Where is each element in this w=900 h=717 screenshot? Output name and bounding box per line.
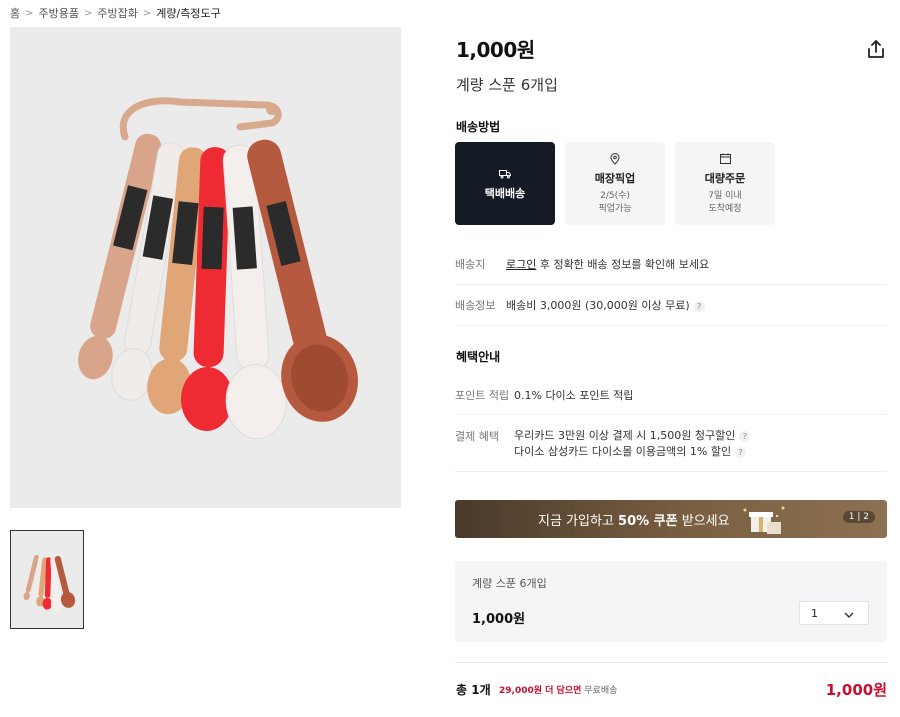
breadcrumb-kitchen[interactable]: 주방용품: [39, 5, 79, 21]
breadcrumb-current[interactable]: 계량/측정도구: [156, 5, 220, 21]
pickup-available: 픽업가능: [598, 203, 632, 214]
shipping-options: 택배배송 매장픽업 2/5(수) 픽업가능 대량주문 7일 이내도착예정: [455, 142, 775, 225]
destination-note: 후 정확한 배송 정보를 확인해 보세요: [536, 258, 710, 271]
product-title: 계량 스푼 6개입: [456, 76, 558, 94]
bulk-days: 7일 이내: [708, 190, 742, 201]
point-label: 포인트 적립: [455, 389, 510, 402]
quantity-select[interactable]: 1: [799, 601, 869, 625]
banner-pager[interactable]: 1 | 2: [842, 511, 875, 523]
help-icon[interactable]: ?: [693, 300, 705, 312]
chevron-right-icon: >: [25, 7, 34, 19]
selected-option-price: 1,000원: [472, 612, 526, 627]
thumbnail-image: [11, 535, 83, 624]
bulk-arrival: 도착예정: [708, 203, 742, 214]
payment-benefit-label: 결제 혜택: [455, 430, 499, 443]
share-icon[interactable]: [865, 38, 887, 60]
payment-benefit-item: 우리카드 3만원 이상 결제 시 1,500원 청구할인: [514, 429, 736, 442]
payment-benefit-row: 결제 혜택 우리카드 3만원 이상 결제 시 1,500원 청구할인? 다이소 …: [455, 428, 887, 472]
selected-option-box: 계량 스푼 6개입 1,000원 1: [455, 561, 887, 642]
banner-text-pre: 지금 가입하고: [538, 513, 619, 529]
product-price: 1,000원: [456, 38, 535, 62]
selected-option-name: 계량 스푼 6개입: [472, 577, 547, 590]
shipping-option-label: 매장픽업: [594, 171, 636, 185]
coupon-banner[interactable]: 지금 가입하고 50% 쿠폰 받으세요 1 | 2: [455, 500, 887, 538]
breadcrumb-home[interactable]: 홈: [10, 5, 20, 21]
shipping-option-label: 대량주문: [704, 171, 746, 185]
calendar-icon: [718, 152, 732, 166]
help-icon[interactable]: ?: [735, 446, 747, 458]
breadcrumb: 홈 > 주방용품 > 주방잡화 > 계량/측정도구: [10, 5, 221, 21]
shipping-info-text: 배송비 3,000원 (30,000원 이상 무료)?: [506, 297, 705, 325]
shipping-option-sub: 2/5(수) 픽업가능: [598, 190, 631, 216]
shipping-option-delivery[interactable]: 택배배송: [455, 142, 555, 225]
shipping-heading: 배송방법: [456, 120, 501, 134]
shipping-option-label: 택배배송: [484, 186, 526, 200]
divider: [455, 662, 887, 663]
shipping-option-bulk[interactable]: 대량주문 7일 이내도착예정: [675, 142, 775, 225]
destination-text: 로그인 후 정확한 배송 정보를 확인해 보세요: [506, 256, 709, 284]
payment-benefit-list: 우리카드 3만원 이상 결제 시 1,500원 청구할인? 다이소 삼성카드 다…: [514, 428, 751, 471]
banner-text-bold: 50% 쿠폰: [618, 513, 678, 529]
shipping-option-pickup[interactable]: 매장픽업 2/5(수) 픽업가능: [565, 142, 665, 225]
total-count: 총 1개: [456, 683, 491, 697]
banner-text-post: 받으세요: [677, 513, 730, 529]
destination-label: 배송지: [455, 258, 486, 271]
point-row: 포인트 적립 0.1% 다이소 포인트 적립: [455, 387, 887, 415]
chevron-down-icon: [844, 609, 854, 622]
help-icon[interactable]: ?: [739, 430, 751, 442]
product-thumbnail[interactable]: [10, 530, 84, 629]
measuring-spoons-image: [10, 27, 401, 508]
map-pin-icon: [608, 152, 622, 166]
free-shipping-remaining: 29,000원 더 담으면: [499, 686, 582, 696]
chevron-right-icon: >: [142, 7, 152, 19]
free-shipping-note: 29,000원 더 담으면 무료배송: [499, 683, 617, 696]
shipping-info-label: 배송정보: [455, 299, 496, 312]
gift-icon: [743, 506, 785, 534]
point-text: 0.1% 다이소 포인트 적립: [514, 389, 634, 402]
truck-icon: [498, 167, 512, 181]
chevron-right-icon: >: [84, 7, 93, 19]
shipping-option-sub: 7일 이내도착예정: [708, 190, 741, 216]
payment-benefit-item: 다이소 삼성카드 다이소몰 이용금액의 1% 할인: [514, 445, 732, 458]
pickup-date: 2/5(수): [600, 190, 630, 201]
shipping-fee: 배송비 3,000원 (30,000원 이상 무료): [506, 299, 690, 312]
total-price: 1,000원: [825, 681, 887, 699]
login-link[interactable]: 로그인: [506, 258, 536, 271]
quantity-value: 1: [811, 606, 818, 620]
destination-row: 배송지 로그인 후 정확한 배송 정보를 확인해 보세요: [455, 256, 887, 285]
product-main-image[interactable]: [10, 27, 401, 508]
breadcrumb-kitchen-misc[interactable]: 주방잡화: [97, 5, 137, 21]
benefits-heading: 혜택안내: [456, 350, 501, 364]
free-shipping-text: 무료배송: [581, 686, 618, 696]
coupon-banner-text: 지금 가입하고 50% 쿠폰 받으세요: [538, 510, 730, 529]
shipping-info-row: 배송정보 배송비 3,000원 (30,000원 이상 무료)?: [455, 297, 887, 326]
